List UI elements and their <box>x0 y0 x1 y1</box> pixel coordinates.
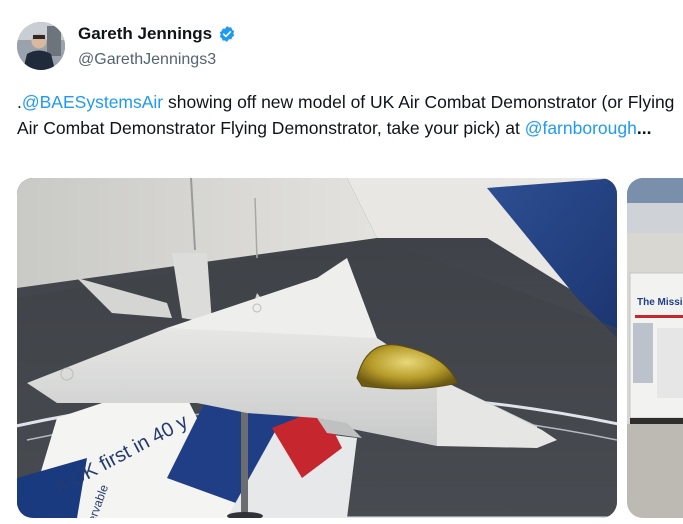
avatar[interactable] <box>17 22 65 70</box>
truncation-ellipsis: ... <box>636 118 652 138</box>
aircraft-model-photo: A UK first in 40 y ervable <box>17 178 617 518</box>
author-name[interactable]: Gareth Jennings <box>78 24 212 44</box>
board-title: The Missi <box>637 297 683 308</box>
media-photo-1[interactable]: A UK first in 40 y ervable <box>17 178 617 518</box>
author-name-row: Gareth Jennings <box>78 24 236 44</box>
avatar-photo <box>17 22 65 70</box>
mention-farnborough[interactable]: @farnborough <box>525 118 637 138</box>
tweet-text: .@BAESystemsAir showing off new model of… <box>17 89 682 141</box>
mention-baesystemsair[interactable]: @BAESystemsAir <box>22 92 163 112</box>
tweet-header: Gareth Jennings @GarethJennings3 <box>17 18 617 74</box>
display-board-photo: The Missi <box>627 178 683 518</box>
author-handle[interactable]: @GarethJennings3 <box>78 51 216 69</box>
media-photo-2[interactable]: The Missi <box>627 178 683 518</box>
verified-badge-icon <box>218 25 236 43</box>
